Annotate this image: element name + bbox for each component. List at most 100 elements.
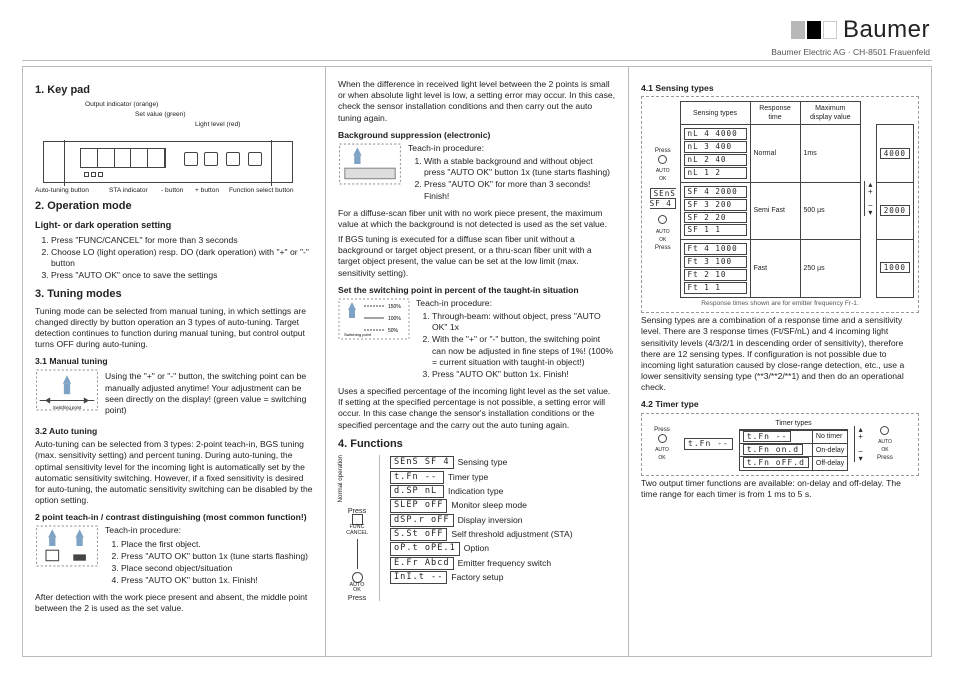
brand-logo-stripes: [791, 21, 837, 39]
teachin-proc-label: Teach-in procedure:: [105, 525, 313, 536]
sec-keypad: 1. Key pad: [35, 83, 313, 97]
sensing-lcd-current: SEnS SF 4: [650, 188, 676, 209]
function-lcd: E.Fr Abcd: [390, 557, 454, 570]
press-label: Press: [338, 507, 376, 515]
sub-bgs: Background suppression (electronic): [338, 130, 616, 141]
function-lcd: dSP.r oFF: [390, 514, 454, 527]
keypad-device: [43, 141, 293, 183]
keypad-display: [80, 148, 166, 168]
function-row: S.St oFFSelf threshold adjustment (STA): [390, 528, 573, 541]
callout-inc-btn: + button: [195, 187, 219, 196]
press-label: Press: [646, 426, 678, 434]
function-lcd: t.Fn --: [390, 471, 444, 484]
btn-auto-ok-icon: [658, 434, 667, 443]
btn-auto-ok-icon: [658, 155, 667, 164]
btn-auto-ok: [184, 152, 198, 166]
timer-label: On-delay: [812, 444, 847, 457]
press-label: Press: [649, 147, 677, 155]
top-rule: [22, 60, 932, 61]
timer-row: t.Fn on.dOn-delay: [739, 444, 848, 457]
column-2: When the difference in received light le…: [326, 67, 628, 656]
sensing-max: 1000: [876, 240, 913, 297]
function-label: Monitor sleep mode: [451, 500, 526, 511]
function-label: Option: [464, 543, 489, 554]
brand-bar: Baumer Baumer Electric AG · CH-8501 Frau…: [771, 14, 930, 58]
list-item: Press "AUTO OK" button 1x. Finish!: [432, 369, 616, 380]
th-max-display: Maximum display value: [800, 102, 861, 125]
keypad-leds: [84, 172, 124, 178]
sub-timer-type: 4.2 Timer type: [641, 399, 919, 410]
press-label-2: Press: [338, 594, 376, 602]
sensing-time: 1ms: [800, 125, 861, 182]
callout-func-btn: Function select button: [229, 187, 294, 196]
sub-manual-tuning: 3.1 Manual tuning: [35, 356, 313, 367]
sensing-max-lcd: 1000: [880, 262, 910, 273]
th-response-time: Response time: [750, 102, 800, 125]
sensing-lcds: Ft 4 1000Ft 3 100Ft 2 10Ft 1 1: [680, 240, 750, 297]
function-lcd: oP.t oPE.1: [390, 542, 460, 555]
function-label: Factory setup: [451, 572, 503, 583]
functions-controls: Normal operation Press FUNCCANCEL AUTOOK…: [338, 455, 380, 601]
sec-operation-mode: 2. Operation mode: [35, 199, 313, 213]
function-row: E.Fr AbcdEmitter frequency switch: [390, 557, 573, 570]
keypad-figure: Output indicator (orange) Set value (gre…: [35, 101, 313, 191]
callout-light-level: Light level (red): [195, 121, 240, 130]
sensing-lcd: nL 1 2: [684, 167, 747, 179]
sub-2point-teachin: 2 point teach-in / contrast distinguishi…: [35, 512, 313, 523]
tuning-modes-desc: Tuning mode can be selected from manual …: [35, 306, 313, 351]
function-row: t.Fn -- Timer type: [390, 471, 573, 484]
col2-p1: When the difference in received light le…: [338, 79, 616, 124]
brand-name: Baumer: [843, 14, 930, 45]
fig-2point-teachin: [35, 525, 99, 567]
svg-text:Switching point: Switching point: [53, 405, 82, 410]
function-label: Timer type: [448, 472, 488, 483]
fig-manual-tuning: Switching point: [35, 369, 99, 411]
function-row: InI.t --Factory setup: [390, 571, 573, 584]
list-item: Through-beam: without object, press "AUT…: [432, 311, 616, 333]
sensing-lcd: nL 2 40: [684, 154, 747, 166]
timer-type-table: Press AUTOOK t.Fn -- Timer types t.Fn --…: [641, 413, 919, 476]
sensing-types-table: Press AUTOOK SEnS SF 4 AUTOOK Press Sens…: [641, 96, 919, 313]
function-row: SLEP oFF Monitor sleep mode: [390, 499, 573, 512]
pct-list: Through-beam: without object, press "AUT…: [432, 311, 616, 380]
updown-arrows: ▴+−▾: [854, 426, 863, 462]
sub-light-dark: Light- or dark operation setting: [35, 220, 313, 232]
timer-label: No timer: [812, 430, 847, 443]
bgs-list: With a stable background and without obj…: [424, 156, 616, 202]
manual-tuning-desc: Using the "+" or "-" button, the switchi…: [105, 371, 313, 416]
press-label: Press: [869, 454, 901, 462]
function-lcd: SEnS SF 4: [390, 456, 454, 469]
svg-text:Switching point: Switching point: [344, 332, 372, 337]
th-sensing-types: Sensing types: [680, 102, 750, 125]
timer-lcd: t.Fn --: [743, 431, 792, 442]
auto-ok-label: AUTOOK: [656, 229, 670, 243]
svg-text:50%: 50%: [388, 328, 399, 334]
auto-ok-label: AUTOOK: [878, 439, 892, 453]
sec-tuning-modes: 3. Tuning modes: [35, 287, 313, 301]
sensing-types-desc: Sensing types are a combination of a res…: [641, 315, 919, 393]
pct-proc-label: Teach-in procedure:: [416, 298, 616, 309]
btn-plus: [226, 152, 240, 166]
callout-dec-btn: - button: [161, 187, 183, 196]
sensing-lcds: SF 4 2000SF 3 200SF 2 20SF 1 1: [680, 182, 750, 239]
col2-p2: For a diffuse-scan fiber unit with no wo…: [338, 208, 616, 230]
sensing-lcd: nL 4 4000: [684, 128, 747, 140]
list-item: With a stable background and without obj…: [424, 156, 616, 178]
list-item: Place second object/situation: [121, 563, 313, 574]
fig-bgs: [338, 143, 402, 185]
function-label: Sensing type: [458, 457, 508, 468]
function-label: Display inversion: [458, 515, 523, 526]
timer-header: Timer types: [739, 418, 849, 430]
function-lcd: SLEP oFF: [390, 499, 447, 512]
sub-auto-tuning: 3.2 Auto tuning: [35, 426, 313, 437]
sensing-max-lcd: 4000: [880, 148, 910, 159]
list-item: With the "+" or "-" button, the switchin…: [432, 334, 616, 368]
fig-pct: 150% 100% 50% Switching point: [338, 298, 410, 340]
list-item: Place the first object.: [121, 539, 313, 550]
sensing-lcds: nL 4 4000nL 3 400nL 2 40nL 1 2: [680, 125, 750, 182]
btn-auto-ok-icon: [658, 215, 667, 224]
updown-arrows: ▴+−▾: [864, 181, 873, 217]
btn-auto-ok-icon: [880, 426, 889, 435]
timer-row: t.Fn -- No timer: [739, 430, 848, 443]
auto-ok-label: AUTOOK: [656, 168, 670, 182]
